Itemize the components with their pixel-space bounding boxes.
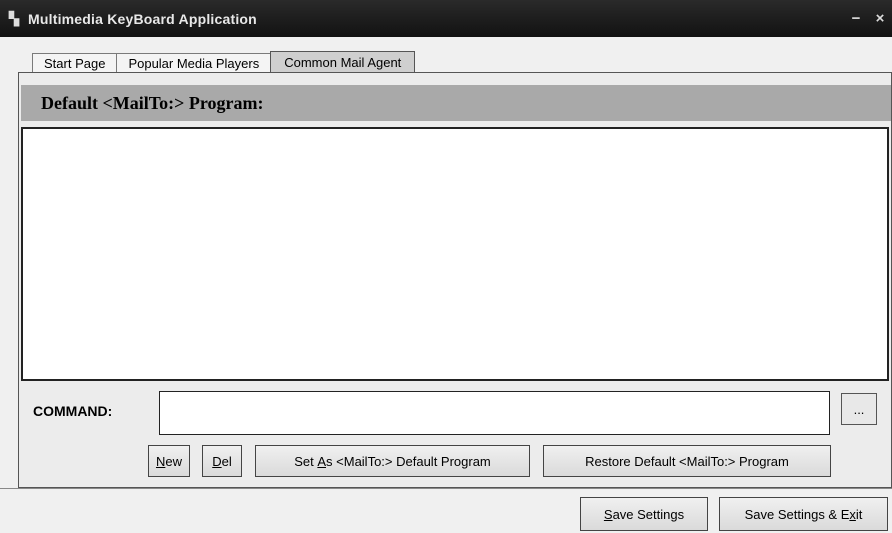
tab-common-mail-agent[interactable]: Common Mail Agent	[270, 51, 416, 73]
minimize-button[interactable]: −	[844, 10, 868, 27]
panel-header: Default <MailTo:> Program:	[21, 85, 891, 121]
title-bar[interactable]: ▚ Multimedia KeyBoard Application − ×	[0, 0, 892, 37]
save-exit-prefix: Save Settings & E	[744, 506, 850, 522]
save-mnemonic: S	[603, 506, 613, 522]
set-default-label: s <MailTo:> Default Program	[326, 453, 491, 469]
close-button[interactable]: ×	[868, 10, 892, 27]
new-button[interactable]: New	[148, 445, 190, 477]
set-default-mnemonic: A	[317, 453, 327, 469]
new-mnemonic: N	[155, 453, 166, 469]
save-settings-button[interactable]: Save Settings	[580, 497, 708, 531]
set-default-prefix: Set	[294, 453, 318, 469]
save-exit-label: it	[855, 506, 863, 522]
tab-start-page[interactable]: Start Page	[32, 53, 118, 73]
restore-default-button[interactable]: Restore Default <MailTo:> Program	[543, 445, 831, 477]
command-input[interactable]	[159, 391, 830, 435]
set-default-button[interactable]: Set As <MailTo:> Default Program	[255, 445, 530, 477]
mail-program-list[interactable]	[21, 127, 889, 381]
save-settings-exit-button[interactable]: Save Settings & Ex it	[719, 497, 888, 531]
save-label: ave Settings	[612, 506, 685, 522]
browse-button[interactable]: ...	[841, 393, 877, 425]
footer-divider	[0, 488, 892, 489]
tab-strip: Start Page Popular Media Players Common …	[32, 51, 416, 73]
command-label: COMMAND:	[33, 403, 113, 419]
new-label: ew	[165, 453, 182, 469]
tab-popular-media-players[interactable]: Popular Media Players	[116, 53, 272, 73]
del-button[interactable]: Del	[202, 445, 242, 477]
del-mnemonic: D	[212, 453, 222, 469]
del-label: el	[221, 453, 232, 469]
mail-agent-panel: Default <MailTo:> Program: COMMAND: ... …	[18, 72, 892, 488]
window-title: Multimedia KeyBoard Application	[28, 10, 257, 27]
app-icon: ▚	[9, 10, 19, 26]
main-window: ▚ Multimedia KeyBoard Application − × St…	[0, 0, 892, 533]
